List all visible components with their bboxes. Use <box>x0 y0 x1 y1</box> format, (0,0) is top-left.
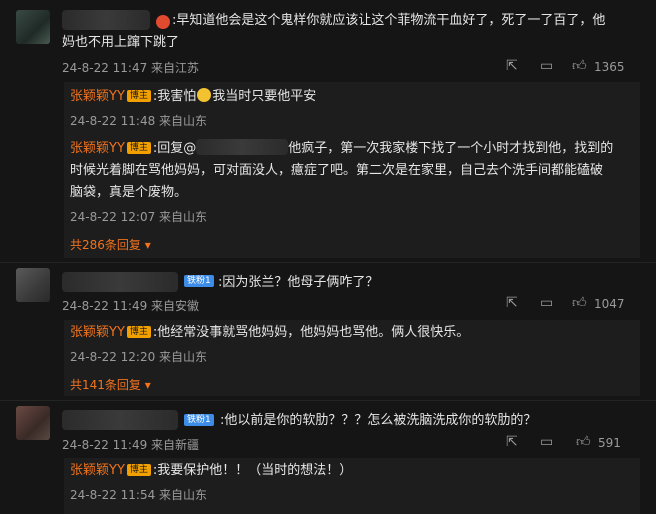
username-blurred[interactable] <box>62 10 150 30</box>
more-replies-link[interactable]: 共141条回复 ▾ <box>70 376 151 393</box>
username-blurred[interactable] <box>62 410 178 430</box>
share-icon[interactable]: ⇱ <box>506 295 518 311</box>
share-icon[interactable]: ⇱ <box>506 434 518 450</box>
reply-meta: 24-8-22 11:48 来自山东 <box>70 114 208 128</box>
comment-meta: 24-8-22 11:47 来自江苏 <box>62 61 200 75</box>
reply-author[interactable]: 张颖颖YY <box>70 463 125 478</box>
fan-badge: 铁粉1 <box>184 414 214 426</box>
username-blurred[interactable] <box>62 272 178 292</box>
comment-text: :早知道他会是这个鬼样你就应该让这个菲物流干血好了，死了一了百了，他 <box>172 13 606 28</box>
reply-meta: 24-8-22 11:54 来自山东 <box>70 488 208 502</box>
reply-block: 张颖颖YY 博主:我害怕 我当时只要他平安 24-8-22 11:48 来自山东 张… <box>64 82 640 258</box>
reply-item: 张颖颖YY 博主:我害怕 我当时只要他平安 <box>70 86 316 108</box>
like-icon[interactable]: 👍︎ <box>572 57 587 74</box>
reply-item: 张颖颖YY 博主:我要保护他！！（当时的想法！） <box>70 460 352 482</box>
comment-text-line2: 妈也不用上蹿下跳了 <box>62 35 180 50</box>
comment-text: :因为张兰？他母子俩咋了？ <box>218 275 379 290</box>
avatar[interactable] <box>16 268 50 302</box>
fan-badge: 铁粉1 <box>184 275 214 287</box>
fearful-emoji-icon <box>197 88 212 102</box>
reply-block: 张颖颖YY 博主:我要保护他！！（当时的想法！） 24-8-22 11:54 来自… <box>64 458 640 514</box>
comment-meta: 24-8-22 11:49 来自新疆 <box>62 438 200 452</box>
reply-text-line3: 脑袋，真是个废物。 <box>70 185 188 200</box>
reply-text: :我要保护他！！（当时的想法！） <box>152 463 353 478</box>
reply-block: 张颖颖YY 博主:他经常没事就骂他妈妈，他妈妈也骂他。俩人很快乐。 24-8-22… <box>64 320 640 396</box>
reply-text: :他经常没事就骂他妈妈，他妈妈也骂他。俩人很快乐。 <box>152 325 470 340</box>
comment-text: :他以前是你的软肋？？？怎么被洗脑洗成你的软肋的？ <box>220 413 537 428</box>
reply-meta: 24-8-22 12:20 来自山东 <box>70 350 208 364</box>
vip-crown-icon <box>156 15 170 29</box>
blogger-badge: 博主 <box>126 142 151 154</box>
like-count: 591 <box>598 436 621 450</box>
avatar[interactable] <box>16 406 50 440</box>
like-count: 1365 <box>594 60 625 74</box>
reply-text-line2: 时候光着脚在骂他妈妈，可对面没人，癔症了吧。第二次是在家里，自己去个洗手间都能磕… <box>70 163 604 178</box>
blogger-badge: 博主 <box>126 90 151 102</box>
reply-author[interactable]: 张颖颖YY <box>70 141 125 156</box>
avatar[interactable] <box>16 10 50 44</box>
like-icon[interactable]: 👍︎ <box>576 433 591 450</box>
reply-meta: 24-8-22 12:07 来自山东 <box>70 210 208 224</box>
comment-icon[interactable]: ▭ <box>540 58 553 74</box>
reply-prefix: :回复@ <box>152 141 197 156</box>
reply-text: 他疯子，第一次我家楼下找了一个小时才找到他，找到的 <box>288 141 614 156</box>
comment-icon[interactable]: ▭ <box>540 295 553 311</box>
divider <box>0 262 656 263</box>
reply-item: 张颖颖YY 博主:他经常没事就骂他妈妈，他妈妈也骂他。俩人很快乐。 <box>70 322 469 344</box>
comment-meta: 24-8-22 11:49 来自安徽 <box>62 299 200 313</box>
blogger-badge: 博主 <box>126 464 151 476</box>
blogger-badge: 博主 <box>126 326 151 338</box>
comment-icon[interactable]: ▭ <box>540 434 553 450</box>
reply-author[interactable]: 张颖颖YY <box>70 89 125 104</box>
reply-text-cont: 我当时只要他平安 <box>212 89 317 104</box>
reply-text: :我害怕 <box>152 89 197 104</box>
like-count: 1047 <box>594 297 625 311</box>
reply-item: 张颖颖YY 博主:回复@ 他疯子，第一次我家楼下找了一个小时才找到他，找到的 <box>70 138 613 160</box>
like-icon[interactable]: 👍︎ <box>572 294 587 311</box>
share-icon[interactable]: ⇱ <box>506 58 518 74</box>
divider <box>0 400 656 401</box>
mention-blurred[interactable] <box>196 139 289 155</box>
more-replies-link[interactable]: 共286条回复 ▾ <box>70 236 151 253</box>
reply-author[interactable]: 张颖颖YY <box>70 325 125 340</box>
